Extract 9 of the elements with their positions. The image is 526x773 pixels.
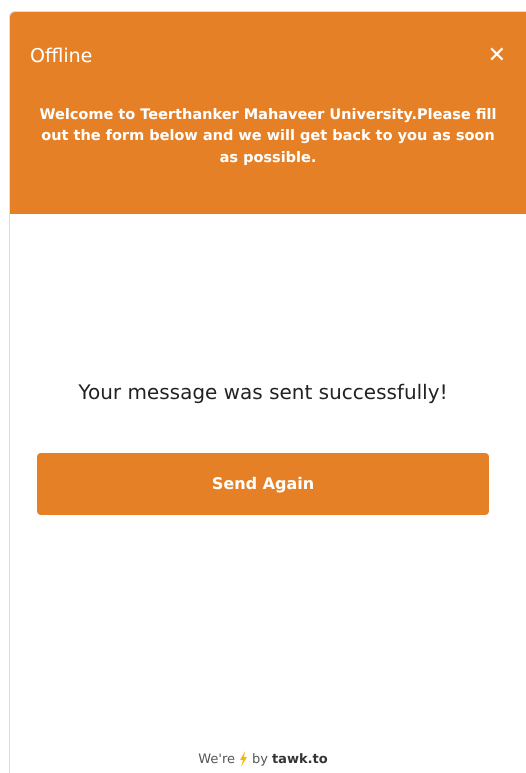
- welcome-message: Welcome to Teerthanker Mahaveer University.Please fill out the form below and we will get back to you as soon as possible.: [38, 106, 498, 168]
- lightning-icon: [239, 751, 248, 768]
- send-again-button[interactable]: Send Again: [37, 453, 489, 515]
- close-button[interactable]: ✕: [488, 45, 506, 68]
- brand-link[interactable]: tawk.to: [272, 750, 328, 769]
- footer-text: by: [252, 750, 268, 768]
- header-title: Offline: [30, 44, 92, 69]
- success-message: Your message was sent successfully!: [78, 379, 448, 406]
- footer-text: We're: [198, 750, 236, 768]
